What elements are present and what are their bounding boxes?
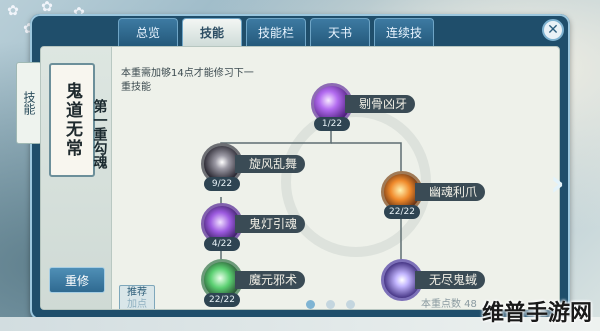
- skill-level: 22/22: [204, 293, 240, 307]
- tab-skill-bar[interactable]: 技能栏: [246, 18, 306, 46]
- tab-overview[interactable]: 总览: [118, 18, 178, 46]
- skill-node[interactable]: 幽魂利爪 22/22: [381, 171, 531, 221]
- tab-bar: 总览 技能 技能栏 天书 连续技: [118, 18, 438, 46]
- skill-name: 幽魂利爪: [415, 183, 486, 201]
- blossom-icon: ✿: [41, 0, 53, 15]
- chevron-right-icon: ›: [550, 163, 565, 204]
- skill-window: 技能 总览 技能 技能栏 天书 连续技 ✕ 鬼道无常 第一重勾魂 重修 本重需加…: [16, 14, 572, 320]
- tab-skill[interactable]: 技能: [182, 18, 242, 46]
- page-dot[interactable]: [306, 300, 315, 309]
- tab-label: 技能栏: [257, 26, 294, 40]
- skill-level: 4/22: [204, 237, 240, 251]
- tab-combo[interactable]: 连续技: [374, 18, 434, 46]
- close-icon: ✕: [547, 22, 559, 38]
- skill-name: 旋风乱舞: [235, 155, 306, 173]
- close-button[interactable]: ✕: [542, 19, 564, 41]
- blossom-icon: ✿: [7, 3, 19, 19]
- tab-label: 技能: [199, 26, 224, 40]
- skill-level: 1/22: [314, 117, 350, 131]
- page-dot[interactable]: [326, 300, 335, 309]
- skill-level: 9/22: [204, 177, 240, 191]
- skill-name: 剔骨凶牙: [345, 95, 416, 113]
- recommend-sublabel: 加点: [127, 299, 147, 310]
- tab-label: 总览: [135, 26, 160, 40]
- next-page-button[interactable]: ›: [550, 164, 572, 204]
- watermark: 维普手游网: [481, 301, 592, 326]
- recommend-points-button[interactable]: 推荐 加点: [119, 285, 155, 310]
- page-indicator: [306, 300, 366, 309]
- points-label: 本重点数 48: [421, 299, 477, 310]
- tab-heavenly-book[interactable]: 天书: [310, 18, 370, 46]
- skill-node[interactable]: 鬼灯引魂 4/22: [201, 203, 351, 253]
- page-dot[interactable]: [346, 300, 355, 309]
- skill-level: 22/22: [384, 205, 420, 219]
- skill-name: 魔元邪术: [235, 271, 306, 289]
- skill-name: 无尽鬼蜮: [415, 271, 486, 289]
- recommend-label: 推荐: [127, 287, 147, 298]
- side-tab-skill[interactable]: 技能: [16, 62, 42, 144]
- skill-name: 鬼灯引魂: [235, 215, 306, 233]
- side-tab-label: 技能: [22, 91, 36, 115]
- skill-node[interactable]: 旋风乱舞 9/22: [201, 143, 351, 193]
- skill-node[interactable]: 剔骨凶牙 1/22: [311, 83, 461, 133]
- skill-panel: 鬼道无常 第一重勾魂 重修 本重需加够14点才能修习下一重技能 剔骨凶牙 1/2…: [40, 46, 560, 310]
- tab-label: 天书: [327, 26, 352, 40]
- tab-label: 连续技: [385, 26, 422, 40]
